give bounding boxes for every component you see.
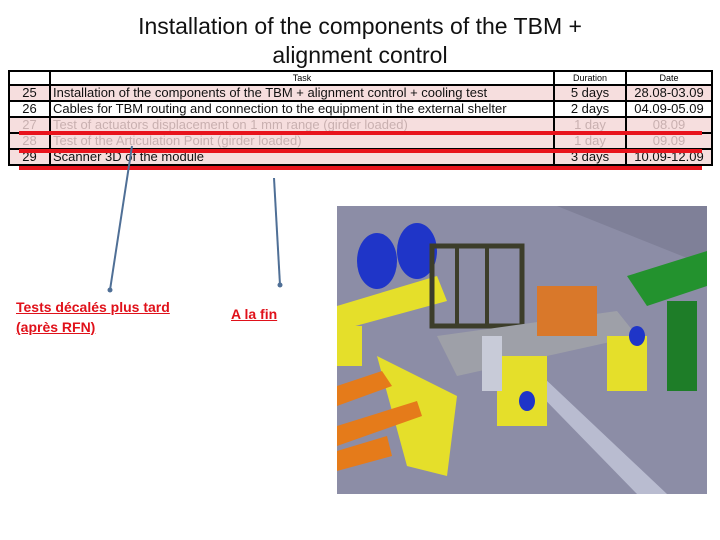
table-row: 25 Installation of the components of the… — [8, 84, 713, 102]
strikethrough-line-row-28 — [19, 149, 702, 153]
table-row: 28 Test of the Articulation Point (girde… — [8, 132, 713, 150]
row-task: Test of the Articulation Point (girder l… — [49, 132, 555, 150]
note-postponed-line2: (après RFN) — [16, 319, 96, 335]
header-date: Date — [625, 70, 713, 86]
header-task: Task — [49, 70, 555, 86]
row-duration: 1 day — [553, 132, 627, 150]
strikethrough-line-row-27 — [19, 131, 702, 135]
row-duration: 5 days — [553, 84, 627, 102]
header-duration: Duration — [553, 70, 627, 86]
slide-title-line1: Installation of the components of the TB… — [138, 13, 582, 39]
note-postponed-tests: Tests décalés plus tard (après RFN) — [16, 297, 170, 337]
row-date: 28.08-03.09 — [625, 84, 713, 102]
arrow-at-end — [273, 177, 281, 286]
row-date: 09.09 — [625, 132, 713, 150]
table-row: 26 Cables for TBM routing and connection… — [8, 100, 713, 118]
tbm-cad-image — [337, 206, 707, 494]
row-task: Installation of the components of the TB… — [49, 84, 555, 102]
note-at-end: A la fin — [231, 306, 278, 322]
slide-title: Installation of the components of the TB… — [110, 12, 610, 70]
arrow-head-at-end — [277, 282, 283, 288]
orange-components — [537, 286, 597, 336]
row-date: 04.09-05.09 — [625, 100, 713, 118]
slide-title-line2: alignment control — [272, 42, 448, 68]
row-duration: 2 days — [553, 100, 627, 118]
cad-rendering — [337, 206, 707, 494]
blue-magnet-1 — [357, 233, 397, 289]
note-postponed-line1: Tests décalés plus tard — [16, 299, 170, 315]
arrow-head-postponed — [107, 287, 113, 293]
header-num — [8, 70, 51, 86]
row-num: 26 — [8, 100, 51, 118]
row-num: 28 — [8, 132, 51, 150]
row-task: Cables for TBM routing and connection to… — [49, 100, 555, 118]
row-num: 25 — [8, 84, 51, 102]
strikethrough-line-row-29 — [19, 166, 702, 170]
table-header-row: Task Duration Date — [8, 70, 713, 86]
